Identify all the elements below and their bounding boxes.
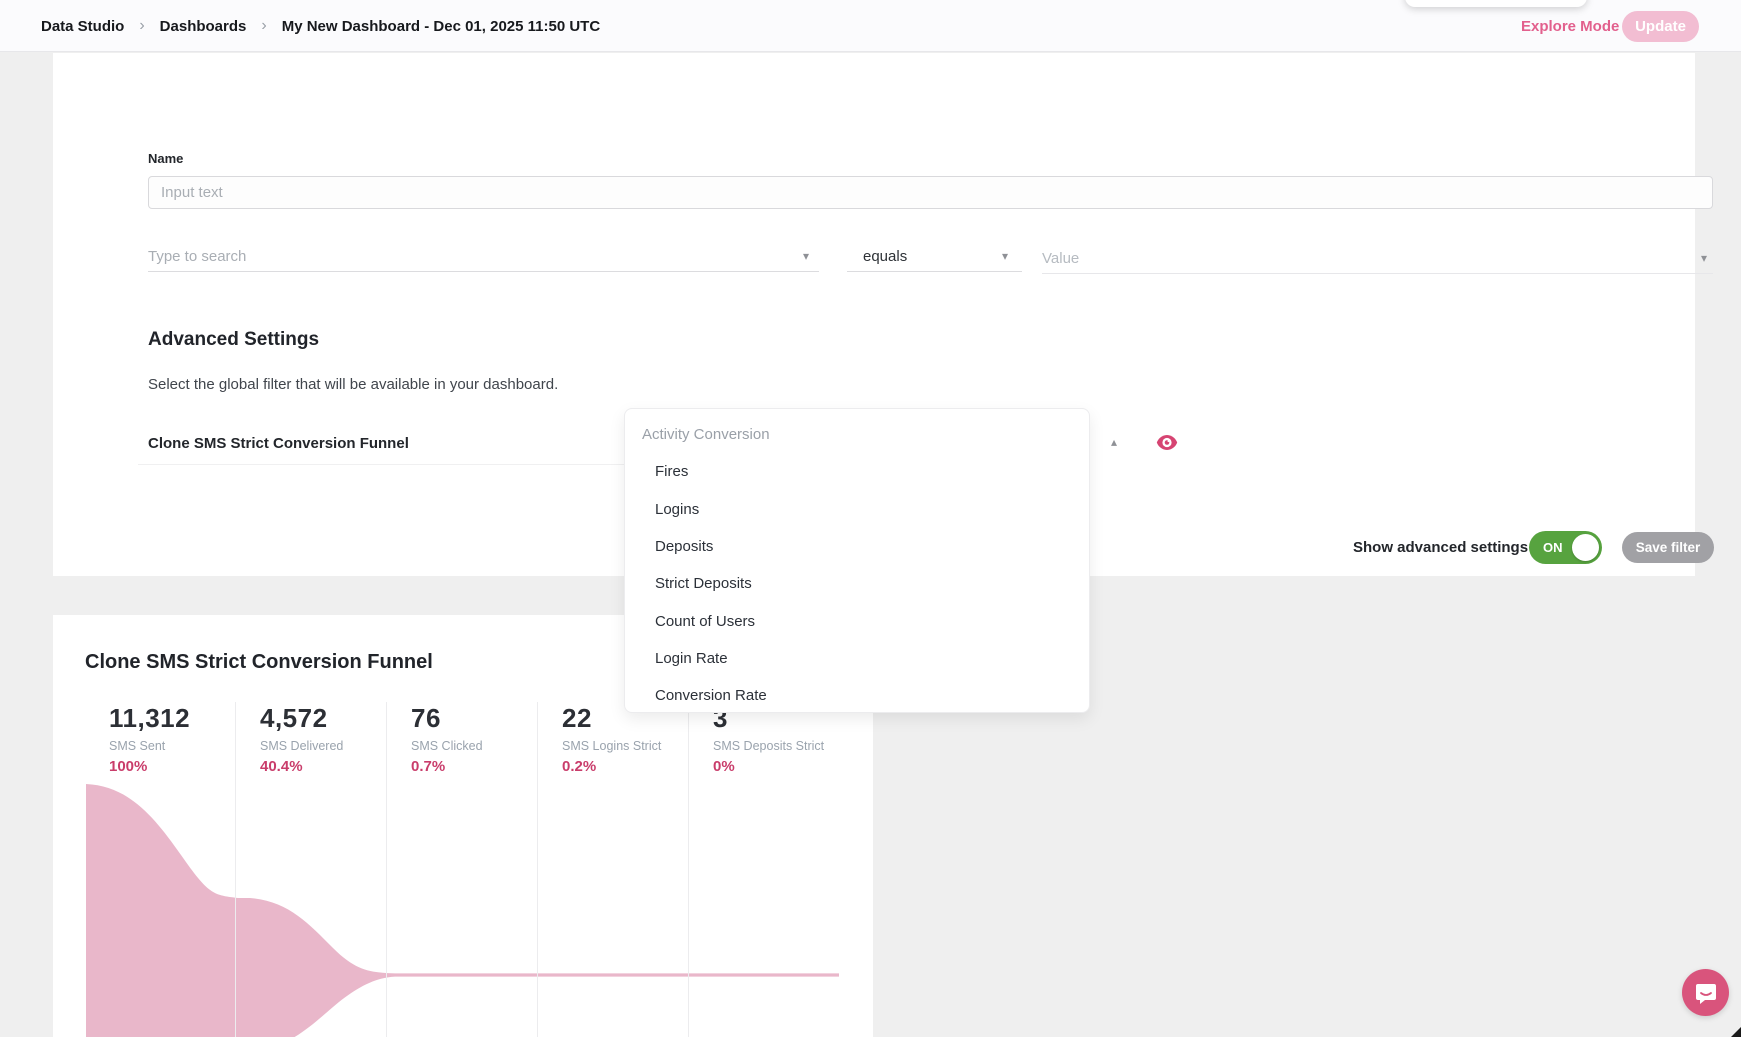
column-divider (688, 702, 689, 1037)
dropdown-item-strict-deposits[interactable]: Strict Deposits (655, 575, 1075, 592)
metric-dropdown: Activity Conversion Fires Logins Deposit… (624, 408, 1090, 713)
chevron-up-icon[interactable]: ▴ (1111, 435, 1117, 449)
metric-search-placeholder: Type to search (148, 248, 246, 265)
name-input[interactable] (148, 176, 1713, 209)
advanced-settings-title: Advanced Settings (148, 329, 319, 351)
chevron-right-icon: › (261, 17, 266, 35)
value-placeholder: Value (1042, 250, 1079, 267)
save-filter-button[interactable]: Save filter (1622, 532, 1714, 563)
show-advanced-settings-label: Show advanced settings (1353, 539, 1528, 556)
operator-select[interactable]: equals ▾ (847, 241, 1022, 272)
selected-filter-name: Clone SMS Strict Conversion Funnel (148, 435, 409, 452)
advanced-settings-toggle[interactable]: ON (1529, 531, 1602, 564)
dropdown-group-header: Activity Conversion (642, 426, 770, 443)
dropdown-item-conversion-rate[interactable]: Conversion Rate (655, 687, 1075, 704)
breadcrumb-dashboards[interactable]: Dashboards (160, 18, 247, 35)
dropdown-item-count-of-users[interactable]: Count of Users (655, 613, 1075, 630)
dropdown-item-logins[interactable]: Logins (655, 501, 1075, 518)
toggle-knob (1572, 534, 1599, 561)
chat-bubble-icon (1694, 981, 1718, 1005)
explore-mode-link[interactable]: Explore Mode (1521, 0, 1619, 52)
breadcrumb-current-dashboard: My New Dashboard - Dec 01, 2025 11:50 UT… (282, 18, 600, 35)
update-button[interactable]: Update (1622, 11, 1699, 42)
dropdown-item-fires[interactable]: Fires (655, 463, 1075, 480)
column-divider (537, 702, 538, 1037)
dropdown-item-deposits[interactable]: Deposits (655, 538, 1075, 555)
chevron-right-icon: › (139, 17, 144, 35)
column-divider (386, 702, 387, 1037)
chevron-down-icon: ▾ (1002, 250, 1008, 262)
value-select[interactable]: Value ▾ (1042, 243, 1713, 274)
column-divider (235, 702, 236, 1037)
divider (138, 464, 672, 465)
floating-panel-edge (1405, 0, 1587, 7)
top-bar: Data Studio › Dashboards › My New Dashbo… (0, 0, 1741, 52)
advanced-settings-description: Select the global filter that will be av… (148, 376, 558, 393)
name-label: Name (148, 151, 183, 166)
metric-search-select[interactable]: Type to search ▾ (148, 241, 819, 272)
chevron-down-icon: ▾ (1701, 252, 1707, 264)
breadcrumb: Data Studio › Dashboards › My New Dashbo… (41, 0, 600, 52)
cursor (1731, 1024, 1741, 1037)
chevron-down-icon: ▾ (803, 250, 809, 262)
chat-launcher-button[interactable] (1682, 969, 1729, 1016)
toggle-on-text: ON (1543, 540, 1563, 555)
operator-value: equals (863, 248, 907, 265)
eye-icon[interactable] (1156, 434, 1178, 451)
breadcrumb-data-studio[interactable]: Data Studio (41, 18, 124, 35)
dropdown-item-login-rate[interactable]: Login Rate (655, 650, 1075, 667)
